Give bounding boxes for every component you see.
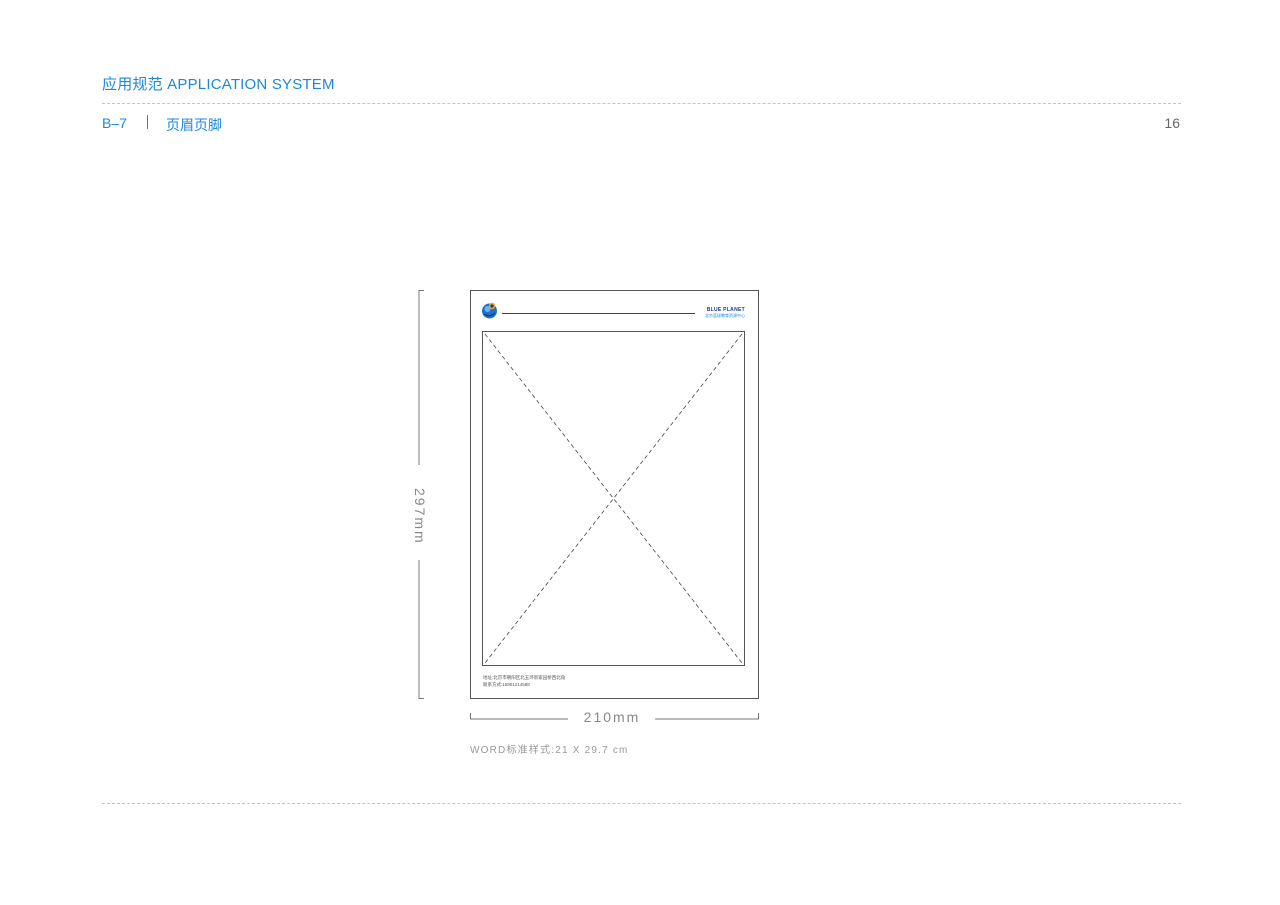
- section-separator: [147, 115, 148, 129]
- header-divider: [102, 103, 1181, 104]
- height-label: 297mm: [412, 488, 428, 545]
- brand-subtitle: 北京蓝球教育资源中心: [705, 313, 745, 318]
- section-code: B–7: [102, 115, 127, 131]
- footer-phone: 联系方式:15901214588: [483, 682, 530, 687]
- globe-logo-icon: [482, 302, 497, 319]
- footer-address: 地址:北京市朝阳区北五环新家园桥西北角: [483, 675, 566, 680]
- format-note: WORD标准样式:21 X 29.7 cm: [470, 745, 629, 756]
- width-label: 210mm: [583, 709, 641, 725]
- content-placeholder-cross: [484, 333, 743, 664]
- page-number: 16: [1164, 115, 1180, 131]
- page-header-title: 应用规范 APPLICATION SYSTEM: [102, 76, 335, 93]
- footer-divider: [102, 803, 1181, 804]
- letterhead-header-line: [502, 313, 695, 314]
- section-title: 页眉页脚: [166, 117, 222, 133]
